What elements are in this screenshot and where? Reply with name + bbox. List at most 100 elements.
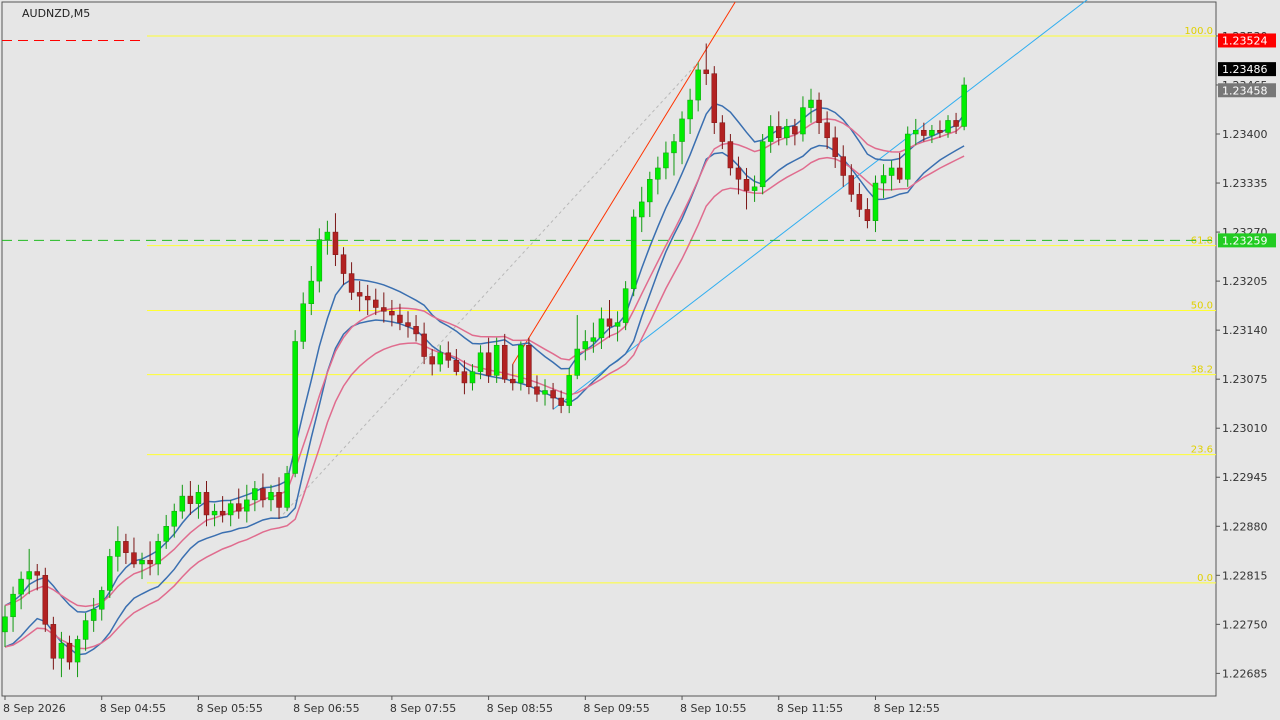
candle-body bbox=[743, 179, 750, 191]
candle-body bbox=[284, 473, 290, 508]
candle-body bbox=[735, 167, 742, 180]
candle-body bbox=[292, 341, 298, 474]
candle-body bbox=[405, 322, 411, 327]
x-tick-label: 8 Sep 04:55 bbox=[100, 702, 166, 715]
candle-body bbox=[558, 397, 564, 406]
candle-body bbox=[203, 492, 210, 516]
candle-body bbox=[679, 118, 685, 142]
candle-body bbox=[356, 292, 363, 297]
candle-body bbox=[606, 318, 613, 327]
candle-body bbox=[260, 488, 266, 501]
candle-body bbox=[542, 390, 548, 395]
candle-body bbox=[622, 288, 629, 323]
price-tag-label: 1.23259 bbox=[1222, 234, 1268, 247]
y-tick-label: 1.22945 bbox=[1222, 471, 1268, 484]
y-tick-label: 1.22880 bbox=[1222, 520, 1268, 533]
candle bbox=[904, 126, 911, 187]
candle-body bbox=[324, 231, 331, 240]
candle bbox=[961, 77, 967, 131]
candle-body bbox=[364, 295, 371, 301]
candle-body bbox=[155, 541, 161, 565]
candle-body bbox=[348, 273, 355, 293]
candle-body bbox=[461, 371, 468, 384]
candle-body bbox=[58, 642, 65, 659]
candle-body bbox=[832, 137, 838, 157]
chart-title: AUDNZD,M5 bbox=[22, 7, 90, 20]
fib-level-label: 0.0 bbox=[1197, 573, 1213, 584]
candle-body bbox=[179, 495, 186, 512]
x-tick-label: 8 Sep 07:55 bbox=[390, 702, 456, 715]
candle-body bbox=[437, 352, 443, 365]
price-tag-label: 1.23486 bbox=[1222, 63, 1268, 76]
y-tick-label: 1.22750 bbox=[1222, 618, 1268, 631]
price-tag-label: 1.23524 bbox=[1222, 34, 1268, 47]
candle-body bbox=[816, 99, 822, 123]
candle-body bbox=[767, 126, 774, 142]
candle-body bbox=[90, 609, 97, 621]
y-tick-label: 1.23075 bbox=[1222, 373, 1268, 386]
candle-body bbox=[66, 642, 73, 663]
price-tag: 1.23458 bbox=[1218, 83, 1276, 98]
candle-body bbox=[98, 590, 105, 610]
plot-area bbox=[1, 1, 1217, 697]
candle bbox=[107, 548, 113, 598]
candle-body bbox=[526, 344, 532, 387]
candle-body bbox=[332, 231, 339, 255]
candle-body bbox=[413, 326, 419, 335]
candle-body bbox=[195, 492, 202, 504]
candle-body bbox=[792, 126, 798, 135]
candle-body bbox=[469, 371, 476, 384]
candle-body bbox=[953, 120, 959, 127]
price-tag: 1.23524 bbox=[1218, 33, 1276, 48]
candle-body bbox=[638, 201, 645, 218]
candle-body bbox=[856, 194, 863, 210]
price-tag: 1.23486 bbox=[1218, 62, 1276, 77]
candle bbox=[292, 330, 298, 478]
price-chart[interactable]: 100.0 61.8 50.0 38.2 23.6 0.0 1.22685 1.22750 1… bbox=[0, 0, 1280, 720]
candle-body bbox=[824, 122, 830, 139]
candle-body bbox=[896, 167, 903, 180]
x-tick-label: 8 Sep 05:55 bbox=[196, 702, 262, 715]
candle-body bbox=[776, 126, 782, 139]
fib-level-label: 61.8 bbox=[1191, 236, 1213, 247]
candle-body bbox=[598, 318, 605, 338]
y-tick-label: 1.22815 bbox=[1222, 569, 1268, 582]
candle-body bbox=[187, 495, 194, 504]
fib-level-label: 50.0 bbox=[1191, 301, 1213, 312]
candle-body bbox=[800, 107, 806, 135]
candle-body bbox=[614, 322, 621, 327]
candle-body bbox=[300, 303, 306, 342]
candle-body bbox=[913, 129, 919, 135]
x-tick-label: 8 Sep 10:55 bbox=[680, 702, 746, 715]
candle-body bbox=[727, 141, 734, 169]
candle-body bbox=[107, 556, 113, 591]
x-tick-label: 8 Sep 11:55 bbox=[777, 702, 843, 715]
candle-body bbox=[131, 552, 137, 565]
candle-body bbox=[808, 99, 814, 108]
candle-body bbox=[945, 120, 951, 133]
candle-body bbox=[123, 541, 129, 553]
candle-body bbox=[10, 593, 16, 618]
candle-body bbox=[219, 510, 226, 516]
candle-body bbox=[397, 314, 403, 323]
candle-body bbox=[510, 378, 516, 384]
fib-level-label: 23.6 bbox=[1191, 445, 1213, 456]
candle-body bbox=[163, 526, 169, 542]
price-tag: 1.23259 bbox=[1218, 233, 1276, 248]
y-tick-label: 1.23140 bbox=[1222, 324, 1268, 337]
candle-body bbox=[719, 122, 726, 142]
candle-body bbox=[655, 167, 661, 180]
candle-body bbox=[316, 239, 323, 282]
candle-body bbox=[518, 344, 524, 384]
candle-body bbox=[695, 69, 701, 101]
x-tick-label: 8 Sep 09:55 bbox=[583, 702, 649, 715]
candle bbox=[518, 341, 524, 391]
candle-body bbox=[582, 341, 589, 350]
candle-body bbox=[566, 375, 572, 406]
candle-body bbox=[784, 126, 790, 139]
candle-body bbox=[477, 352, 484, 372]
x-tick-label: 8 Sep 06:55 bbox=[293, 702, 359, 715]
candle-body bbox=[26, 571, 32, 580]
candle-body bbox=[276, 492, 282, 508]
candle-body bbox=[711, 73, 718, 123]
